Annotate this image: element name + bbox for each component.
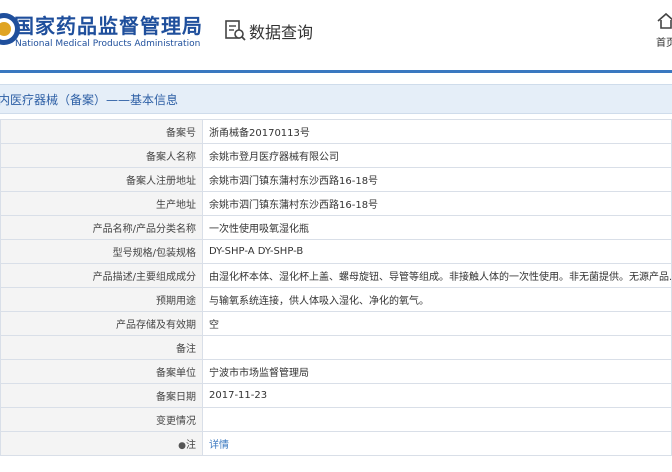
table-row: ●注 详情: [0, 431, 672, 456]
field-label: 备案人名称: [0, 143, 203, 168]
record-detail-table: 备案号 浙甬械备20170113号 备案人名称 余姚市登月医疗器械有限公司 备案…: [0, 119, 672, 456]
field-value: 空: [202, 311, 672, 336]
field-label: 产品描述/主要组成成分: [0, 263, 203, 288]
table-row: 型号规格/包装规格 DY-SHP-A DY-SHP-B: [0, 239, 672, 264]
table-row: 备案单位 宁波市市场监督管理局: [0, 359, 672, 384]
table-row: 产品存储及有效期 空: [0, 311, 672, 336]
field-value: 浙甬械备20170113号: [202, 119, 672, 144]
agency-name-cn: 国家药品监督管理局: [14, 14, 203, 38]
field-label: 型号规格/包装规格: [0, 239, 203, 264]
section-header: 内医疗器械（备案）——基本信息: [0, 84, 672, 114]
table-row: 生产地址 余姚市泗门镇东蒲村东沙西路16-18号: [0, 191, 672, 216]
field-value: DY-SHP-A DY-SHP-B: [202, 239, 672, 264]
table-row: 产品描述/主要组成成分 由湿化杯本体、湿化杯上盖、螺母旋钮、导管等组成。非接触人…: [0, 263, 672, 288]
table-row: 预期用途 与输氧系统连接，供人体吸入湿化、净化的氧气。: [0, 287, 672, 312]
pin-icon: ●: [178, 441, 186, 451]
field-value: 由湿化杯本体、湿化杯上盖、螺母旋钮、导管等组成。非接触人体的一次性使用。非无菌提…: [202, 263, 672, 288]
field-value: 2017-11-23: [202, 383, 672, 408]
field-label: 备注: [0, 335, 203, 360]
field-label: 产品存储及有效期: [0, 311, 203, 336]
note-label: 注: [186, 440, 196, 451]
table-row: 产品名称/产品分类名称 一次性使用吸氧湿化瓶: [0, 215, 672, 240]
field-value: [202, 407, 672, 432]
field-label: 备案日期: [0, 383, 203, 408]
field-value: 一次性使用吸氧湿化瓶: [202, 215, 672, 240]
home-icon[interactable]: [656, 12, 672, 30]
field-label: ●注: [0, 431, 203, 456]
table-row: 备案号 浙甬械备20170113号: [0, 119, 672, 144]
field-value: 余姚市泗门镇东蒲村东沙西路16-18号: [202, 191, 672, 216]
field-label: 备案号: [0, 119, 203, 144]
field-label: 备案单位: [0, 359, 203, 384]
field-value: 余姚市泗门镇东蒲村东沙西路16-18号: [202, 167, 672, 192]
field-label: 备案人注册地址: [0, 167, 203, 192]
table-row: 备注: [0, 335, 672, 360]
field-value: [202, 335, 672, 360]
site-header: 国家药品监督管理局 National Medical Products Admi…: [0, 0, 672, 73]
table-row: 变更情况: [0, 407, 672, 432]
table-row: 备案日期 2017-11-23: [0, 383, 672, 408]
field-label: 生产地址: [0, 191, 203, 216]
field-label: 变更情况: [0, 407, 203, 432]
field-label: 预期用途: [0, 287, 203, 312]
table-row: 备案人注册地址 余姚市泗门镇东蒲村东沙西路16-18号: [0, 167, 672, 192]
document-search-icon: [225, 20, 246, 41]
table-row: 备案人名称 余姚市登月医疗器械有限公司: [0, 143, 672, 168]
home-link[interactable]: 首页: [656, 34, 672, 49]
agency-name-en: National Medical Products Administration: [15, 39, 201, 49]
field-value: 与输氧系统连接，供人体吸入湿化、净化的氧气。: [202, 287, 672, 312]
field-value: 详情: [202, 431, 672, 456]
details-link[interactable]: 详情: [209, 440, 229, 451]
field-label: 产品名称/产品分类名称: [0, 215, 203, 240]
field-value: 余姚市登月医疗器械有限公司: [202, 143, 672, 168]
field-value: 宁波市市场监督管理局: [202, 359, 672, 384]
page-title: 数据查询: [249, 23, 314, 42]
section-title: 内医疗器械（备案）——基本信息: [0, 93, 179, 107]
